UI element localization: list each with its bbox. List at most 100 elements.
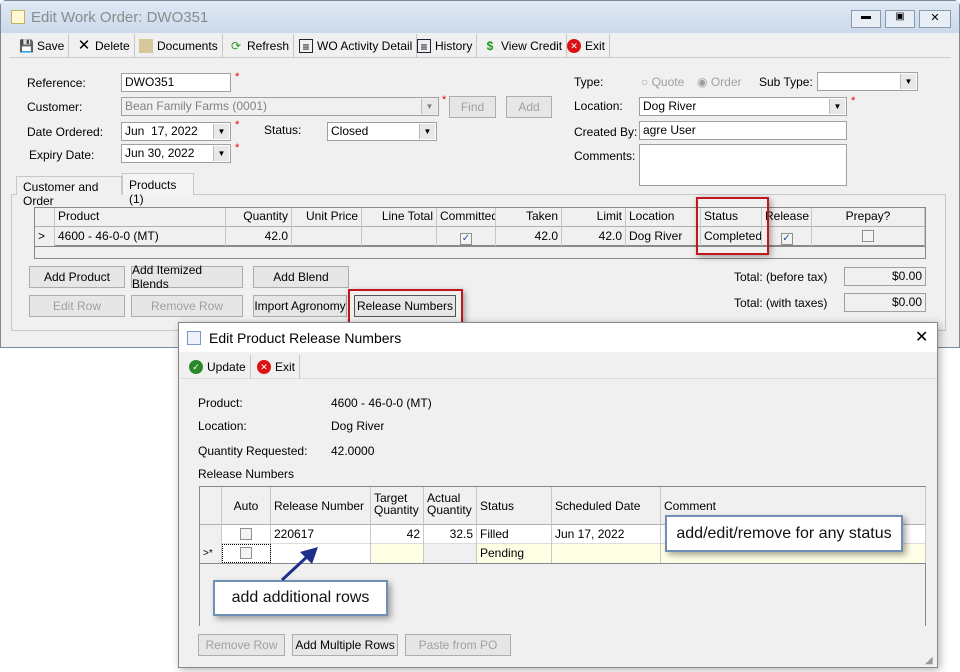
created-by-input[interactable]: agre User bbox=[639, 121, 847, 140]
save-button[interactable]: 💾 Save bbox=[15, 34, 70, 58]
arrow-icon bbox=[280, 547, 318, 582]
col-limit[interactable]: Limit bbox=[562, 208, 626, 227]
col-line-total[interactable]: Line Total bbox=[362, 208, 437, 227]
add-product-button[interactable]: Add Product bbox=[29, 266, 125, 288]
col-scheduled-date[interactable]: Scheduled Date bbox=[552, 487, 661, 525]
location-combo[interactable]: Dog River ▼ bbox=[639, 97, 847, 116]
type-quote-radio[interactable]: ○ Quote bbox=[641, 75, 684, 89]
cell-line-total[interactable] bbox=[362, 227, 437, 246]
delete-button[interactable]: ✕ Delete bbox=[73, 34, 135, 58]
tab-products[interactable]: Products (1) bbox=[122, 173, 194, 206]
col-committed[interactable]: Committed bbox=[437, 208, 496, 227]
release-checkbox[interactable]: ✓ bbox=[780, 233, 793, 245]
customer-combo[interactable]: Bean Family Farms (0001) ▼ bbox=[121, 97, 439, 116]
col-release[interactable]: Release bbox=[762, 208, 812, 227]
location-value: Dog River bbox=[643, 99, 697, 113]
release-numbers-label: Release Numbers bbox=[198, 467, 295, 481]
cell-taken[interactable]: 42.0 bbox=[496, 227, 562, 246]
cell-limit[interactable]: 42.0 bbox=[562, 227, 626, 246]
col-release-number[interactable]: Release Number bbox=[271, 487, 371, 525]
update-button[interactable]: ✓ Update bbox=[185, 355, 251, 379]
tab-customer-and-order[interactable]: Customer and Order bbox=[16, 176, 122, 208]
chevron-down-icon: ▼ bbox=[213, 146, 229, 161]
document-icon bbox=[187, 331, 201, 345]
col-product[interactable]: Product bbox=[55, 208, 226, 227]
required-marker: * bbox=[235, 142, 240, 154]
report-icon: ≡ bbox=[417, 39, 431, 54]
row-header-cell bbox=[200, 487, 222, 525]
type-order-radio[interactable]: ◉ Order bbox=[697, 75, 742, 89]
comments-input[interactable] bbox=[639, 144, 847, 186]
auto-checkbox[interactable] bbox=[240, 547, 252, 559]
row-indicator bbox=[200, 525, 222, 544]
minimize-button[interactable]: ▬ bbox=[851, 10, 881, 28]
col-unit-price[interactable]: Unit Price bbox=[292, 208, 362, 227]
remove-row-button[interactable]: Remove Row bbox=[131, 295, 243, 317]
exit-button[interactable]: ✕ Exit bbox=[563, 34, 611, 58]
remove-row-button[interactable]: Remove Row bbox=[198, 634, 285, 656]
cell-actual-quantity[interactable]: 32.5 bbox=[424, 525, 477, 544]
required-marker: * bbox=[235, 119, 240, 131]
col-prepay[interactable]: Prepay? bbox=[812, 208, 925, 227]
exit-icon: ✕ bbox=[257, 360, 271, 374]
col-target-quantity[interactable]: Target Quantity bbox=[371, 487, 424, 525]
refresh-button[interactable]: ⟳ Refresh bbox=[225, 34, 295, 58]
col-taken[interactable]: Taken bbox=[496, 208, 562, 227]
prepay-checkbox[interactable] bbox=[862, 230, 874, 242]
chevron-down-icon: ▼ bbox=[421, 99, 437, 114]
col-status[interactable]: Status bbox=[477, 487, 552, 525]
customer-label: Customer: bbox=[27, 100, 83, 114]
col-quantity[interactable]: Quantity bbox=[226, 208, 292, 227]
created-by-label: Created By: bbox=[574, 125, 638, 139]
add-customer-button[interactable]: Add bbox=[506, 96, 552, 118]
arrow-line bbox=[280, 552, 312, 582]
callout-additional-rows: add additional rows bbox=[213, 580, 388, 616]
resize-grip-icon[interactable]: ◢ bbox=[925, 655, 933, 666]
status-combo[interactable]: Closed ▼ bbox=[327, 122, 437, 141]
cell-unit-price[interactable] bbox=[292, 227, 362, 246]
view-credit-button[interactable]: $ View Credit bbox=[479, 34, 568, 58]
add-multiple-rows-button[interactable]: Add Multiple Rows bbox=[292, 634, 398, 656]
col-location[interactable]: Location bbox=[626, 208, 701, 227]
date-ordered-picker[interactable]: Jun 17, 2022 ▼ bbox=[121, 122, 231, 141]
expiry-date-picker[interactable]: Jun 30, 2022 ▼ bbox=[121, 144, 231, 163]
cell-status[interactable]: Pending bbox=[477, 544, 552, 563]
cell-status[interactable]: Filled bbox=[477, 525, 552, 544]
cell-quantity[interactable]: 42.0 bbox=[226, 227, 292, 246]
expiry-value: Jun 30, 2022 bbox=[125, 146, 195, 160]
chevron-down-icon: ▼ bbox=[900, 74, 916, 89]
cell-actual-quantity[interactable] bbox=[424, 544, 477, 563]
maximize-button[interactable]: ▣ bbox=[885, 10, 915, 28]
update-label: Update bbox=[207, 360, 246, 374]
committed-checkbox[interactable]: ✓ bbox=[460, 233, 472, 245]
close-icon[interactable]: ✕ bbox=[915, 327, 928, 347]
add-itemized-blends-button[interactable]: Add Itemized Blends bbox=[131, 263, 243, 291]
col-actual-quantity[interactable]: Actual Quantity bbox=[424, 487, 477, 525]
dialog-exit-button[interactable]: ✕ Exit bbox=[253, 355, 301, 379]
auto-checkbox[interactable] bbox=[240, 528, 252, 540]
save-label: Save bbox=[37, 39, 65, 53]
close-button[interactable]: ✕ bbox=[919, 10, 951, 28]
history-button[interactable]: ≡ History bbox=[413, 34, 478, 58]
required-marker: * bbox=[235, 71, 240, 83]
dollar-icon: $ bbox=[486, 39, 494, 53]
edit-row-button[interactable]: Edit Row bbox=[29, 295, 125, 317]
cell-scheduled-date[interactable] bbox=[552, 544, 661, 563]
add-blend-button[interactable]: Add Blend bbox=[253, 266, 349, 288]
table-row[interactable]: > 4600 - 46-0-0 (MT) 42.0 ✓ 42.0 42.0 Do… bbox=[35, 227, 925, 247]
window-title: Edit Work Order: DWO351 bbox=[31, 9, 209, 26]
wo-activity-detail-button[interactable]: ≡ WO Activity Detail bbox=[295, 34, 418, 58]
cell-target-quantity[interactable]: 42 bbox=[371, 525, 424, 544]
paste-from-po-button[interactable]: Paste from PO bbox=[405, 634, 511, 656]
cell-product[interactable]: 4600 - 46-0-0 (MT) bbox=[55, 227, 226, 246]
import-agronomy-button[interactable]: Import Agronomy bbox=[253, 295, 347, 317]
expiry-date-label: Expiry Date: bbox=[29, 148, 95, 162]
sub-type-combo[interactable]: ▼ bbox=[817, 72, 918, 91]
cell-scheduled-date[interactable]: Jun 17, 2022 bbox=[552, 525, 661, 544]
reference-input[interactable]: DWO351 bbox=[121, 73, 231, 92]
cell-location[interactable]: Dog River bbox=[626, 227, 701, 246]
find-button[interactable]: Find bbox=[449, 96, 496, 118]
cell-target-quantity[interactable] bbox=[371, 544, 424, 563]
documents-button[interactable]: Documents bbox=[135, 34, 223, 58]
col-auto[interactable]: Auto bbox=[222, 487, 271, 525]
